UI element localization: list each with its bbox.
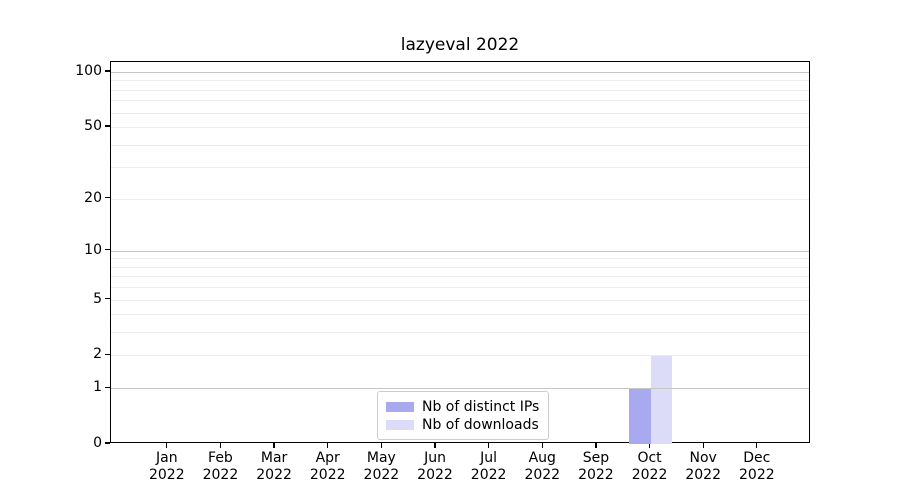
gridline-minor: [111, 276, 809, 278]
x-tick: [595, 443, 597, 448]
y-tick: [105, 353, 110, 356]
y-tick: [105, 442, 110, 444]
gridline-minor: [111, 266, 809, 268]
y-tick: [105, 125, 110, 127]
y-tick-label: 1: [93, 379, 102, 396]
y-tick-label: 50: [84, 118, 102, 135]
gridline-minor: [111, 80, 809, 82]
x-tick: [273, 443, 275, 448]
x-tick: [434, 443, 436, 448]
gridline-minor: [111, 127, 809, 129]
y-tick-label: 20: [84, 189, 102, 206]
y-tick-label: 5: [93, 290, 102, 307]
y-tick: [105, 249, 110, 251]
gridline-minor: [111, 89, 809, 91]
x-tick-label: Dec 2022: [739, 450, 775, 483]
legend-swatch-downloads-icon: [386, 419, 414, 430]
y-tick: [105, 70, 110, 72]
x-tick: [166, 443, 168, 448]
gridline-minor: [111, 299, 809, 301]
plot-area: [110, 61, 810, 444]
y-tick: [105, 297, 110, 300]
y-tick: [105, 196, 110, 199]
y-tick-label: 0: [93, 435, 102, 451]
x-tick: [219, 443, 222, 448]
x-tick: [380, 443, 382, 448]
gridline-minor: [111, 198, 809, 200]
legend-item-distinct-ips: Nb of distinct IPs: [386, 398, 539, 415]
gridline-minor: [111, 167, 809, 169]
x-tick: [541, 443, 543, 448]
legend: Nb of distinct IPs Nb of downloads: [377, 391, 550, 440]
legend-label-downloads: Nb of downloads: [422, 416, 539, 433]
gridline-major: [111, 250, 809, 252]
x-tick: [327, 443, 329, 448]
legend-item-downloads: Nb of downloads: [386, 416, 539, 433]
gridline-minor: [111, 258, 809, 260]
x-tick: [702, 443, 704, 448]
gridline-minor: [111, 144, 809, 146]
gridline-major: [111, 388, 809, 390]
y-tick-label: 2: [93, 346, 102, 363]
legend-swatch-distinct-ips-icon: [386, 401, 414, 412]
gridline-minor: [111, 100, 809, 102]
gridline-minor: [111, 287, 809, 289]
y-tick-label: 100: [75, 63, 102, 79]
gridline-minor: [111, 332, 809, 334]
x-tick: [488, 443, 490, 448]
y-tick-label: 10: [84, 241, 102, 258]
bar-downloads-oct: [650, 355, 673, 444]
bar-distinct-ips-oct: [629, 388, 651, 444]
x-tick: [756, 443, 758, 448]
y-tick: [105, 386, 110, 388]
gridline-minor: [111, 314, 809, 316]
gridline-minor: [111, 112, 809, 114]
figure: lazyeval 2022 Nb of distinct IPs Nb of d…: [0, 0, 900, 500]
chart-title: lazyeval 2022: [400, 35, 520, 55]
gridline-major: [111, 72, 809, 73]
legend-label-distinct-ips: Nb of distinct IPs: [422, 398, 540, 415]
gridline-minor: [111, 355, 809, 357]
